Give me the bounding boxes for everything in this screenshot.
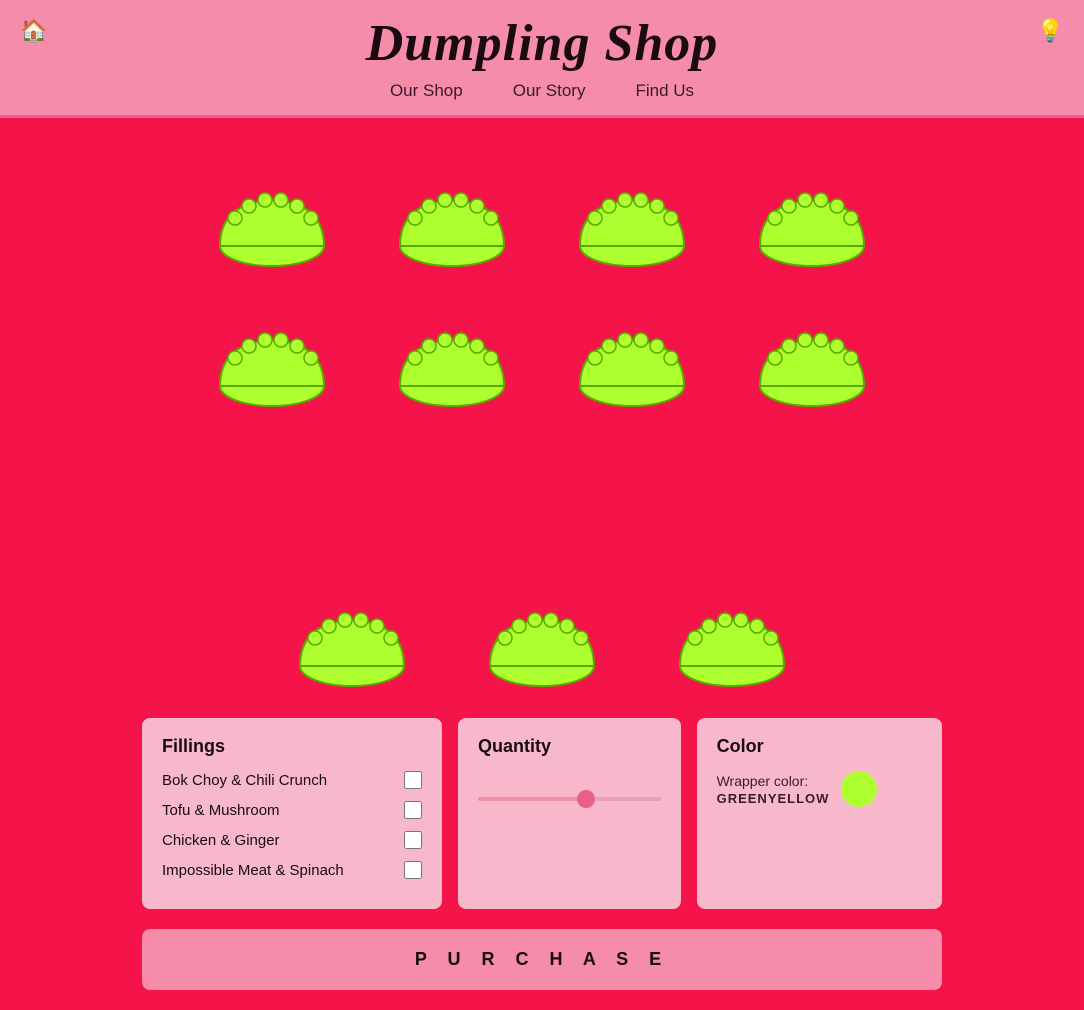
- quantity-slider-wrapper: [478, 797, 661, 801]
- filling-label-1: Bok Choy & Chili Crunch: [162, 772, 327, 789]
- quantity-title: Quantity: [478, 736, 551, 757]
- controls: Fillings Bok Choy & Chili Crunch Tofu & …: [142, 718, 942, 909]
- dumpling-9: [287, 598, 417, 688]
- wrapper-color-label: Wrapper color:: [717, 773, 830, 789]
- dumpling-4: [727, 158, 897, 288]
- main-content: Fillings Bok Choy & Chili Crunch Tofu & …: [0, 118, 1084, 1010]
- color-swatch[interactable]: [841, 771, 877, 807]
- filling-row-3: Chicken & Ginger: [162, 831, 422, 849]
- dumpling-7: [547, 298, 717, 428]
- filling-label-2: Tofu & Mushroom: [162, 802, 280, 819]
- dumplings-row3: [0, 598, 1084, 688]
- color-card: Color Wrapper color: GREENYELLOW: [697, 718, 942, 909]
- nav: Our Shop Our Story Find Us: [390, 81, 694, 101]
- filling-label-3: Chicken & Ginger: [162, 832, 280, 849]
- dumpling-6: [367, 298, 537, 428]
- wrapper-color-row: Wrapper color: GREENYELLOW: [717, 771, 922, 807]
- wrapper-color-name: GREENYELLOW: [717, 791, 830, 806]
- header: 🏠 💡 Dumpling Shop Our Shop Our Story Fin…: [0, 0, 1084, 118]
- purchase-button[interactable]: P U R C H A S E: [142, 929, 942, 990]
- quantity-card: Quantity: [458, 718, 681, 909]
- dumpling-11: [667, 598, 797, 688]
- home-icon[interactable]: 🏠: [20, 18, 47, 44]
- filling-row-1: Bok Choy & Chili Crunch: [162, 771, 422, 789]
- dumplings-grid: [187, 158, 897, 568]
- dumpling-5: [187, 298, 357, 428]
- filling-row-4: Impossible Meat & Spinach: [162, 861, 422, 879]
- filling-checkbox-3[interactable]: [404, 831, 422, 849]
- dumpling-1: [187, 158, 357, 288]
- settings-icon[interactable]: 💡: [1037, 18, 1064, 44]
- quantity-slider[interactable]: [478, 797, 661, 801]
- fillings-card: Fillings Bok Choy & Chili Crunch Tofu & …: [142, 718, 442, 909]
- nav-find-us[interactable]: Find Us: [635, 81, 694, 101]
- filling-row-2: Tofu & Mushroom: [162, 801, 422, 819]
- color-title: Color: [717, 736, 922, 757]
- dumpling-8: [727, 298, 897, 428]
- filling-checkbox-1[interactable]: [404, 771, 422, 789]
- filling-label-4: Impossible Meat & Spinach: [162, 862, 344, 879]
- header-icons: 🏠 💡: [0, 18, 1084, 44]
- dumpling-3: [547, 158, 717, 288]
- filling-checkbox-4[interactable]: [404, 861, 422, 879]
- nav-our-story[interactable]: Our Story: [513, 81, 586, 101]
- wrapper-color-text: Wrapper color: GREENYELLOW: [717, 773, 830, 806]
- dumpling-10: [477, 598, 607, 688]
- dumpling-2: [367, 158, 537, 288]
- nav-our-shop[interactable]: Our Shop: [390, 81, 463, 101]
- filling-checkbox-2[interactable]: [404, 801, 422, 819]
- fillings-title: Fillings: [162, 736, 422, 757]
